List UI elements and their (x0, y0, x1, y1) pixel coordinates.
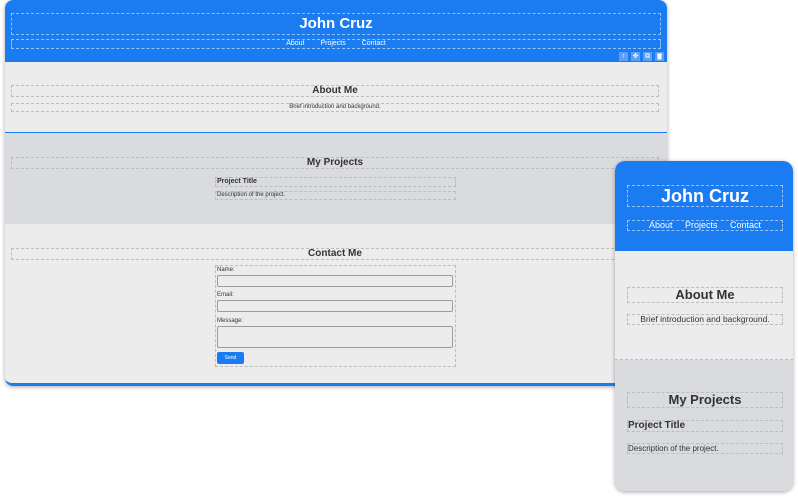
name-label: Name: (217, 267, 235, 273)
mobile-project-card-title: Project Title (627, 420, 783, 432)
about-section[interactable]: About Me Brief introduction and backgrou… (5, 62, 667, 133)
mobile-about-text: Brief introduction and background. (627, 314, 783, 325)
mobile-about-heading: About Me (627, 287, 783, 303)
email-input[interactable] (217, 300, 453, 312)
mobile-site-header: John Cruz About Projects Contact (615, 161, 793, 251)
mobile-nav-link-about[interactable]: About (649, 220, 673, 230)
projects-section[interactable]: My Projects Project Title Description of… (5, 133, 667, 224)
contact-form: Name: Email: Message: Send (215, 265, 456, 367)
nav-link-about[interactable]: About (286, 40, 304, 47)
duplicate-icon[interactable]: ⧉ (643, 52, 652, 61)
delete-icon[interactable] (655, 52, 664, 61)
site-nav: About Projects Contact (11, 39, 661, 49)
contact-section[interactable]: Contact Me Name: Email: Message: Send (5, 224, 667, 383)
project-card-title: Project Title (215, 177, 456, 187)
element-toolbar: ↑ ✥ ⧉ (619, 52, 664, 61)
mobile-projects-heading: My Projects (627, 392, 783, 408)
send-button[interactable]: Send (217, 352, 244, 364)
message-label: Message: (217, 318, 244, 324)
project-card-description: Description of the project. (215, 191, 456, 200)
name-input[interactable] (217, 275, 453, 287)
mobile-projects-section[interactable]: My Projects Project Title Description of… (615, 360, 793, 491)
mobile-site-title: John Cruz (627, 185, 783, 207)
email-label: Email: (217, 292, 234, 298)
move-up-icon[interactable]: ↑ (619, 52, 628, 61)
drag-move-icon[interactable]: ✥ (631, 52, 640, 61)
nav-link-contact[interactable]: Contact (362, 40, 386, 47)
nav-link-projects[interactable]: Projects (320, 40, 345, 47)
about-text: Brief introduction and background. (11, 103, 659, 112)
mobile-site-nav: About Projects Contact (627, 220, 783, 231)
site-title: John Cruz (11, 13, 661, 35)
mobile-nav-link-projects[interactable]: Projects (685, 220, 718, 230)
mobile-preview: John Cruz About Projects Contact About M… (615, 161, 793, 491)
mobile-nav-link-contact[interactable]: Contact (730, 220, 761, 230)
message-textarea[interactable] (217, 326, 453, 348)
contact-heading: Contact Me (11, 248, 659, 260)
mobile-about-section[interactable]: About Me Brief introduction and backgrou… (615, 251, 793, 360)
site-header: John Cruz About Projects Contact ↑ ✥ ⧉ (5, 0, 667, 62)
desktop-preview: John Cruz About Projects Contact ↑ ✥ ⧉ A… (5, 0, 667, 386)
about-heading: About Me (11, 85, 659, 97)
mobile-project-card-description: Description of the project. (627, 443, 783, 454)
projects-heading: My Projects (11, 157, 659, 169)
